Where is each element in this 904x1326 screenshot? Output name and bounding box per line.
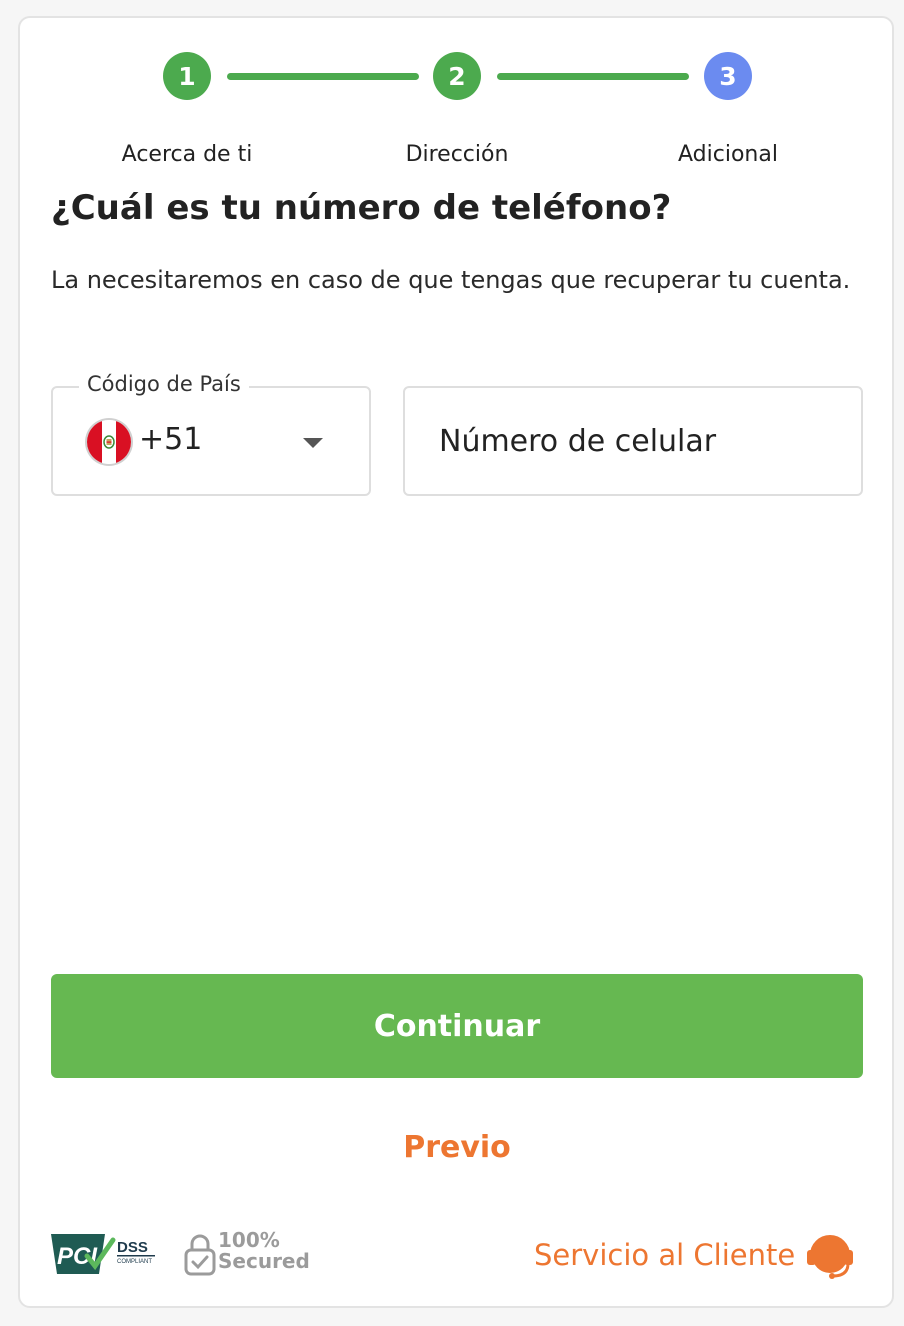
step-2-number: 2 bbox=[448, 61, 466, 91]
step-3-number: 3 bbox=[719, 61, 737, 91]
secured-badge: 100% Secured bbox=[184, 1230, 324, 1280]
page-title: ¿Cuál es tu número de teléfono? bbox=[51, 188, 672, 228]
pci-compliant-text: COMPLIANT bbox=[117, 1259, 152, 1265]
signup-card: 1 2 3 Acerca de ti Dirección Adicional ¿… bbox=[18, 16, 894, 1308]
phone-number-input[interactable] bbox=[403, 386, 863, 496]
step-1-number: 1 bbox=[178, 61, 196, 91]
customer-service-link[interactable]: Servicio al Cliente bbox=[534, 1228, 855, 1282]
pci-dss-badge: PCI DSS COMPLIANT bbox=[51, 1232, 157, 1276]
customer-service-label: Servicio al Cliente bbox=[534, 1238, 796, 1272]
pci-dss-text: DSS bbox=[117, 1239, 148, 1256]
peru-flag-icon bbox=[87, 420, 131, 464]
step-1-connector bbox=[227, 73, 419, 80]
previous-button[interactable]: Previo bbox=[357, 1120, 557, 1174]
country-code-value: +51 bbox=[139, 422, 203, 457]
secured-line-1: 100% bbox=[218, 1228, 280, 1252]
headset-icon bbox=[807, 1235, 854, 1279]
continue-button[interactable]: Continuar bbox=[51, 974, 863, 1078]
step-3-label: Adicional bbox=[678, 142, 778, 167]
secured-text: 100% Secured bbox=[218, 1230, 310, 1272]
country-code-select[interactable]: Código de País +51 bbox=[51, 372, 371, 496]
step-2-label: Dirección bbox=[405, 142, 509, 167]
chevron-down-icon bbox=[303, 438, 323, 448]
step-1-circle: 1 bbox=[163, 52, 211, 100]
step-1-label: Acerca de ti bbox=[121, 142, 253, 167]
secured-line-2: Secured bbox=[218, 1249, 310, 1273]
step-3-circle: 3 bbox=[704, 52, 752, 100]
step-2-connector bbox=[497, 73, 689, 80]
pci-dss-icon: PCI DSS COMPLIANT bbox=[51, 1234, 155, 1274]
page-subtitle: La necesitaremos en caso de que tengas q… bbox=[51, 266, 851, 294]
lock-icon bbox=[184, 1234, 216, 1276]
step-2-circle: 2 bbox=[433, 52, 481, 100]
country-code-legend: Código de País bbox=[79, 372, 249, 396]
